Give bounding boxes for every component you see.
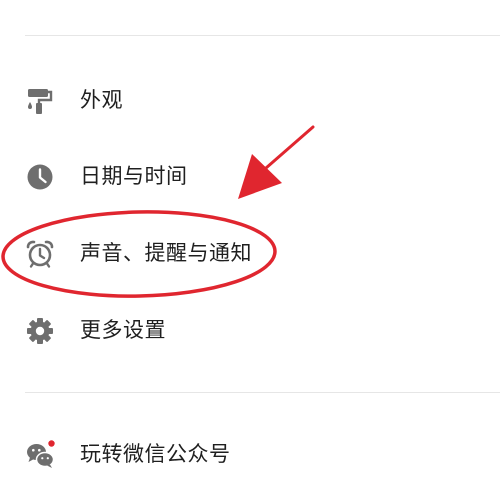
menu-item-more-settings[interactable]: 更多设置 (0, 300, 500, 360)
menu-item-label: 声音、提醒与通知 (80, 241, 252, 265)
paint-roller-icon (28, 89, 53, 114)
menu-item-label: 日期与时间 (80, 164, 188, 188)
menu-item-appearance[interactable]: 外观 (0, 70, 500, 130)
wechat-icon (27, 440, 55, 468)
menu-item-label: 更多设置 (80, 318, 166, 342)
menu-item-sound-notifications[interactable]: 声音、提醒与通知 (0, 223, 500, 283)
alarm-clock-icon (26, 240, 54, 268)
notification-badge (48, 440, 55, 447)
menu-item-wechat-official-account[interactable]: 玩转微信公众号 (0, 424, 500, 484)
clock-icon (27, 164, 53, 190)
menu-item-date-time[interactable]: 日期与时间 (0, 146, 500, 206)
divider (25, 35, 500, 36)
menu-item-label: 玩转微信公众号 (80, 442, 231, 466)
divider (25, 392, 500, 393)
menu-item-label: 外观 (80, 88, 123, 112)
gear-icon (27, 318, 53, 344)
settings-screen: 外观 日期与时间 声音、提醒与通知 更多设置 玩转微信公众号 (0, 0, 500, 485)
